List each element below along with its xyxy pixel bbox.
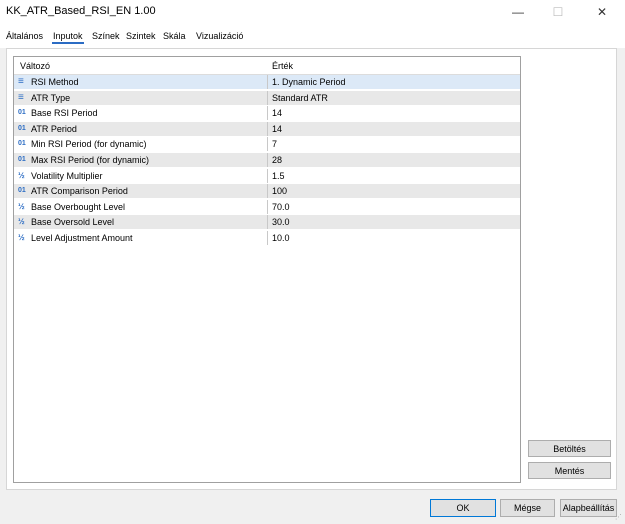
tab-szintek[interactable]: Szintek [126, 31, 156, 41]
variable-value[interactable]: Standard ATR [272, 93, 328, 103]
variable-name: RSI Method [31, 77, 79, 87]
inputs-grid: Változó Érték ≡ RSI Method 1. Dynamic Peri… [13, 56, 521, 483]
column-divider [267, 121, 268, 136]
column-divider [267, 231, 268, 245]
cancel-button[interactable]: Mégse [500, 499, 555, 517]
column-divider [267, 168, 268, 183]
integer-icon: 01 [18, 187, 26, 195]
integer-icon: 01 [18, 156, 26, 163]
variable-value[interactable]: 1.5 [272, 171, 285, 181]
integer-icon: 01 [18, 109, 26, 117]
table-row[interactable]: ½ Base Oversold Level 30.0 [14, 215, 520, 231]
variable-name: Level Adjustment Amount [31, 233, 133, 243]
table-row[interactable]: ≡ ATR Type Standard ATR [14, 90, 520, 106]
column-divider [267, 199, 268, 214]
minimize-icon[interactable]: — [498, 0, 538, 24]
variable-value[interactable]: 14 [272, 124, 282, 134]
variable-name: Volatility Multiplier [31, 170, 103, 181]
variable-value[interactable]: 7 [272, 139, 277, 149]
column-header-value[interactable]: Érték [272, 61, 293, 71]
enum-icon: ≡ [18, 76, 24, 87]
column-header-variable[interactable]: Változó [20, 61, 50, 71]
table-row[interactable]: 01 Base RSI Period 14 [14, 106, 520, 122]
variable-name: Base Oversold Level [31, 217, 115, 228]
variable-value[interactable]: 28 [272, 155, 282, 165]
reset-button[interactable]: Alapbeállítás [560, 499, 617, 517]
column-divider [267, 215, 268, 230]
double-icon: ½ [18, 201, 25, 211]
variable-name: ATR Comparison Period [31, 186, 128, 197]
save-button[interactable]: Mentés [528, 462, 611, 479]
tab-altalanos[interactable]: Általános [6, 31, 43, 41]
table-row[interactable]: ½ Base Overbought Level 70.0 [14, 199, 520, 215]
variable-name: ATR Period [31, 123, 77, 134]
table-row[interactable]: 01 ATR Comparison Period 100 [14, 184, 520, 200]
load-button[interactable]: Betöltés [528, 440, 611, 457]
integer-icon: 01 [18, 140, 26, 148]
variable-name: Base RSI Period [31, 108, 98, 119]
table-row[interactable]: 01 ATR Period 14 [14, 121, 520, 137]
column-divider [267, 90, 268, 105]
close-icon[interactable]: ✕ [582, 0, 622, 24]
tab-szinek[interactable]: Színek [92, 31, 120, 41]
resize-grip-icon[interactable]: ⋰ [615, 514, 623, 522]
column-divider [267, 153, 268, 167]
table-row[interactable]: 01 Max RSI Period (for dynamic) 28 [14, 153, 520, 168]
variable-value[interactable]: 1. Dynamic Period [272, 77, 346, 87]
variable-value[interactable]: 70.0 [272, 202, 290, 212]
table-row[interactable]: 01 Min RSI Period (for dynamic) 7 [14, 137, 520, 153]
double-icon: ½ [18, 233, 25, 242]
tab-skala[interactable]: Skála [163, 31, 186, 41]
variable-value[interactable]: 14 [272, 108, 282, 118]
tab-vizualizacio[interactable]: Vizualizáció [196, 31, 243, 41]
variable-name: Max RSI Period (for dynamic) [31, 155, 150, 165]
column-divider [267, 184, 268, 199]
table-row[interactable]: ≡ RSI Method 1. Dynamic Period [14, 75, 520, 90]
maximize-icon[interactable]: ☐ [538, 0, 578, 24]
window-title: KK_ATR_Based_RSI_EN 1.00 [6, 5, 156, 17]
variable-value[interactable]: 30.0 [272, 217, 290, 227]
table-row[interactable]: ½ Volatility Multiplier 1.5 [14, 168, 520, 184]
variable-value[interactable]: 100 [272, 186, 287, 196]
title-bar: KK_ATR_Based_RSI_EN 1.00 — ☐ ✕ [0, 0, 625, 24]
double-icon: ½ [18, 170, 25, 180]
variable-name: Base Overbought Level [31, 201, 126, 212]
column-divider [267, 75, 268, 89]
variable-value[interactable]: 10.0 [272, 233, 290, 243]
column-divider [267, 106, 268, 121]
variable-name: Min RSI Period (for dynamic) [31, 139, 147, 150]
table-row[interactable]: ½ Level Adjustment Amount 10.0 [14, 231, 520, 246]
enum-icon: ≡ [18, 91, 24, 103]
integer-icon: 01 [18, 124, 26, 132]
grid-header: Változó Érték [14, 57, 520, 75]
tab-bar: Általános Inputok Színek Szintek Skála V… [0, 24, 625, 48]
variable-name: ATR Type [31, 92, 71, 103]
double-icon: ½ [18, 217, 25, 227]
column-divider [267, 137, 268, 152]
tab-inputok[interactable]: Inputok [52, 31, 84, 44]
ok-button[interactable]: OK [430, 499, 496, 517]
